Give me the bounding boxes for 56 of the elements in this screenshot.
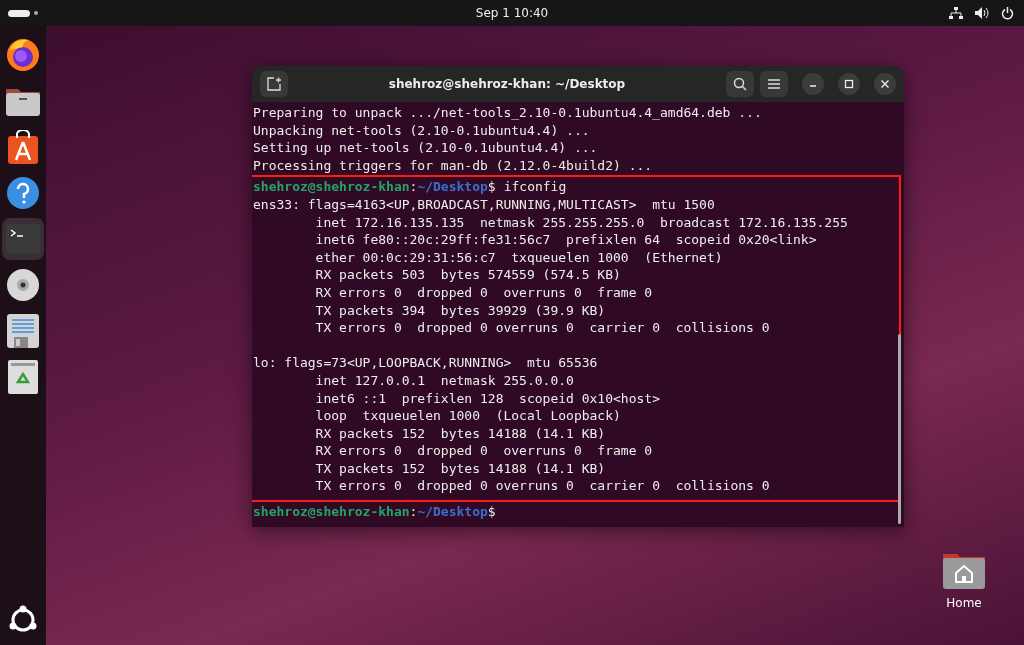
prompt-symbol: $: [487, 504, 496, 520]
power-icon[interactable]: [1001, 6, 1014, 20]
output-line: RX packets 503 bytes 574559 (574.5 KB): [314, 267, 621, 283]
new-tab-button[interactable]: [260, 71, 288, 97]
minimize-button[interactable]: [802, 73, 824, 95]
output-line: inet6 fe80::20c:29ff:fe31:56c7 prefixlen 64 scopeid 0x20<link>: [314, 232, 817, 248]
output-line: Unpacking net-tools (2.10-0.1ubuntu4.4) ...: [253, 122, 590, 138]
output-line: Setting up net-tools (2.10-0.1ubuntu4.4) ...: [253, 140, 598, 156]
output-line: ens33: flags=4163<UP,BROADCAST,RUNNING,MULTICAST> mtu 1500: [253, 196, 715, 212]
trash-icon: [8, 360, 38, 394]
output-line: Preparing to unpack .../net-tools_2.10-0.1ubuntu4.4_amd64.deb ...: [253, 105, 762, 120]
maximize-button[interactable]: [838, 73, 860, 95]
close-icon: [880, 79, 890, 89]
prompt-path: ~/Desktop: [417, 179, 488, 195]
output-line: ether 00:0c:29:31:56:c7 txqueuelen 1000 (Ethernet): [314, 249, 723, 265]
menu-icon: [768, 79, 780, 89]
volume-icon[interactable]: [975, 7, 989, 19]
clock[interactable]: Sep 1 10:40: [475, 6, 549, 20]
output-line: loop txqueuelen 1000 (Local Loopback): [314, 408, 621, 424]
shopping-bag-icon: [8, 130, 38, 164]
prompt-user: shehroz@shehroz-khan: [253, 504, 410, 520]
prompt-path: ~/Desktop: [417, 504, 488, 520]
maximize-icon: [844, 79, 854, 89]
search-icon: [733, 77, 747, 91]
prompt-separator: :: [409, 179, 418, 195]
output-line: inet 172.16.135.135 netmask 255.255.255.0 broadcast 172.16.135.255: [314, 214, 848, 230]
document-icon: [7, 314, 39, 348]
browser-icon: [6, 38, 40, 72]
close-button[interactable]: [874, 73, 896, 95]
desktop-icon-label[interactable]: Home: [946, 596, 982, 610]
output-line: TX packets 152 bytes 14188 (14.1 KB): [314, 460, 606, 476]
output-line: Processing triggers for man-db (2.12.0-4build2) ...: [253, 157, 653, 173]
scrollbar[interactable]: [898, 334, 901, 524]
output-line: inet6 ::1 prefixlen 128 scopeid 0x10<host>: [314, 390, 660, 406]
output-line: inet 127.0.0.1 netmask 255.0.0.0: [314, 372, 574, 388]
prompt-symbol: $: [487, 179, 496, 195]
window-title: shehroz@shehroz-khan: ~/Desktop: [387, 77, 627, 91]
terminal-icon: [6, 224, 40, 254]
output-line: TX errors 0 dropped 0 overruns 0 carrier 0 collisions 0: [314, 478, 770, 494]
output-line: lo: flags=73<UP,LOOPBACK,RUNNING> mtu 65536: [253, 355, 598, 371]
output-line: RX errors 0 dropped 0 overruns 0 frame 0: [314, 443, 653, 459]
prompt-user: shehroz@shehroz-khan: [253, 179, 410, 195]
command-text: ifconfig: [503, 179, 567, 195]
menu-button[interactable]: [760, 71, 788, 97]
output-line: TX errors 0 dropped 0 overruns 0 carrier 0 collisions 0: [314, 320, 770, 336]
workspace-indicator[interactable]: [8, 9, 30, 17]
disc-icon: [6, 268, 40, 302]
network-icon[interactable]: [949, 7, 963, 19]
output-line: RX errors 0 dropped 0 overruns 0 frame 0: [314, 284, 653, 300]
prompt-separator: :: [409, 504, 418, 520]
search-button[interactable]: [726, 71, 754, 97]
help-icon: [6, 176, 40, 210]
output-line: TX packets 394 bytes 39929 (39.9 KB): [314, 302, 606, 318]
home-folder-icon[interactable]: [941, 552, 987, 590]
new-tab-icon: [267, 77, 281, 91]
output-line: RX packets 152 bytes 14188 (14.1 KB): [314, 425, 606, 441]
